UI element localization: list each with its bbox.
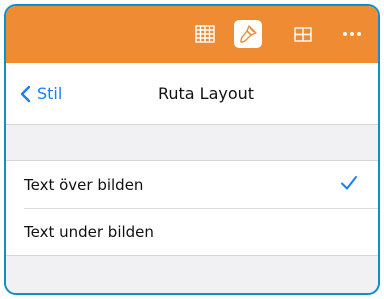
cell-grid-button[interactable] (289, 20, 317, 48)
more-icon (343, 32, 361, 36)
paintbrush-icon (240, 25, 257, 43)
option-label: Text över bilden (24, 175, 144, 194)
option-label: Text under bilden (24, 222, 154, 241)
table-grid-button[interactable] (191, 20, 219, 48)
style-button[interactable] (234, 20, 262, 48)
more-button[interactable] (338, 20, 366, 48)
option-text-over-image[interactable]: Text över bilden (6, 161, 378, 208)
page-title: Ruta Layout (157, 84, 255, 103)
toolbar (6, 6, 378, 63)
layout-options-list: Text över bilden Text under bilden (6, 160, 378, 256)
cell-grid-icon (294, 26, 312, 42)
table-grid-icon (195, 25, 215, 43)
checkmark-icon (341, 176, 357, 190)
option-text-under-image[interactable]: Text under bilden (6, 208, 378, 255)
navigation-bar: Stil Ruta Layout (6, 63, 378, 125)
popover-panel: Stil Ruta Layout Text över bilden Text u… (4, 4, 380, 295)
